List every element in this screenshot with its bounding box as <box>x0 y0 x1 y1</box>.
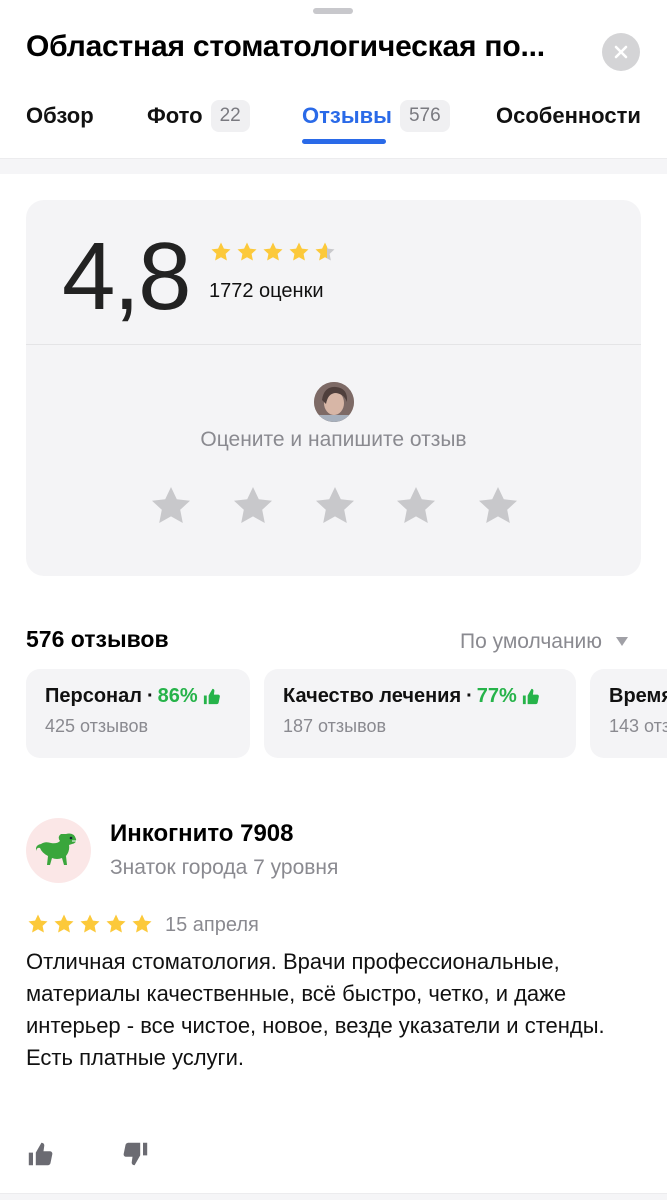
close-button[interactable] <box>602 33 640 71</box>
thumbs-up-icon[interactable] <box>26 1140 54 1168</box>
star-empty-icon[interactable] <box>229 482 277 530</box>
aspect-chip-waiting[interactable]: Время ожидания 143 отзыва <box>590 669 667 758</box>
tab-count-badge: 22 <box>210 100 250 132</box>
star-filled-icon <box>237 242 257 261</box>
review-author[interactable]: Инкогнито 7908 <box>110 820 294 848</box>
tabs-bar: Обзор Фото 22 Отзывы 576 Особенности <box>0 96 667 156</box>
sort-dropdown[interactable]: По умолчанию <box>460 630 629 654</box>
rating-stars <box>209 240 337 264</box>
tab-label: Особенности <box>496 103 641 128</box>
section-divider <box>0 158 667 174</box>
aspect-percent: 77% <box>476 685 517 707</box>
tab-label: Отзывы <box>302 103 392 128</box>
triangle-down-icon <box>616 637 629 646</box>
rate-stars-picker <box>147 482 522 530</box>
place-title: Областная стоматологическая по... <box>26 30 545 63</box>
thumbs-up-icon <box>203 688 220 705</box>
rating-summary-card: 4,8 1772 оценки Оцените и напишите отзыв <box>26 200 641 576</box>
aspect-sub: 187 отзывов <box>283 716 387 736</box>
tab-count-badge: 576 <box>399 100 450 132</box>
star-filled-icon <box>106 914 126 933</box>
write-review-prompt[interactable]: Оцените и напишите отзыв <box>26 428 641 452</box>
star-filled-icon <box>80 914 100 933</box>
author-avatar[interactable] <box>26 818 91 883</box>
user-avatar <box>314 382 354 422</box>
tab-reviews[interactable]: Отзывы 576 <box>302 96 450 150</box>
close-icon <box>614 45 628 59</box>
aspect-chip-quality[interactable]: Качество лечения · 77% 187 отзывов <box>264 669 576 758</box>
star-filled-icon <box>263 242 283 261</box>
tab-overview[interactable]: Обзор <box>26 96 94 150</box>
tab-label: Обзор <box>26 103 94 128</box>
star-empty-icon[interactable] <box>147 482 195 530</box>
aspect-title: Качество лечения <box>283 685 462 707</box>
aspect-title: Персонал <box>45 685 142 707</box>
aspect-title: Время ожидания <box>609 685 667 707</box>
star-partial-icon <box>315 242 335 261</box>
review-date: 15 апреля <box>165 914 259 936</box>
tab-features[interactable]: Особенности <box>496 96 641 150</box>
author-level: Знаток города 7 уровня <box>110 856 339 879</box>
aspect-chips: Персонал · 86% 425 отзывов Качество лече… <box>26 669 667 759</box>
star-filled-icon <box>54 914 74 933</box>
sheet-drag-handle[interactable] <box>313 8 353 14</box>
thumbs-down-icon[interactable] <box>122 1140 150 1168</box>
user-avatar-image <box>314 382 354 422</box>
rating-value: 4,8 <box>62 223 191 330</box>
star-filled-icon <box>28 914 48 933</box>
sort-label: По умолчанию <box>460 630 603 653</box>
star-empty-icon[interactable] <box>392 482 440 530</box>
section-divider <box>0 1193 667 1200</box>
aspect-chip-staff[interactable]: Персонал · 86% 425 отзывов <box>26 669 250 758</box>
star-empty-icon[interactable] <box>311 482 359 530</box>
thumbs-up-icon <box>522 688 539 705</box>
reviews-count-header: 576 отзывов <box>26 626 169 652</box>
star-filled-icon <box>132 914 152 933</box>
ratings-count: 1772 оценки <box>209 280 324 302</box>
star-empty-icon[interactable] <box>474 482 522 530</box>
card-divider <box>26 344 641 345</box>
dinosaur-icon <box>35 833 77 865</box>
aspect-percent: 86% <box>157 685 198 707</box>
aspect-sub: 143 отзыва <box>609 716 667 736</box>
star-filled-icon <box>289 242 309 261</box>
star-filled-icon <box>211 242 231 261</box>
active-tab-indicator <box>302 139 386 144</box>
tab-label: Фото <box>147 103 203 128</box>
review-stars <box>26 912 154 936</box>
tab-photos[interactable]: Фото 22 <box>147 96 250 150</box>
review-text: Отличная стоматология. Врачи профессиона… <box>26 949 605 1070</box>
aspect-sub: 425 отзывов <box>45 716 149 736</box>
